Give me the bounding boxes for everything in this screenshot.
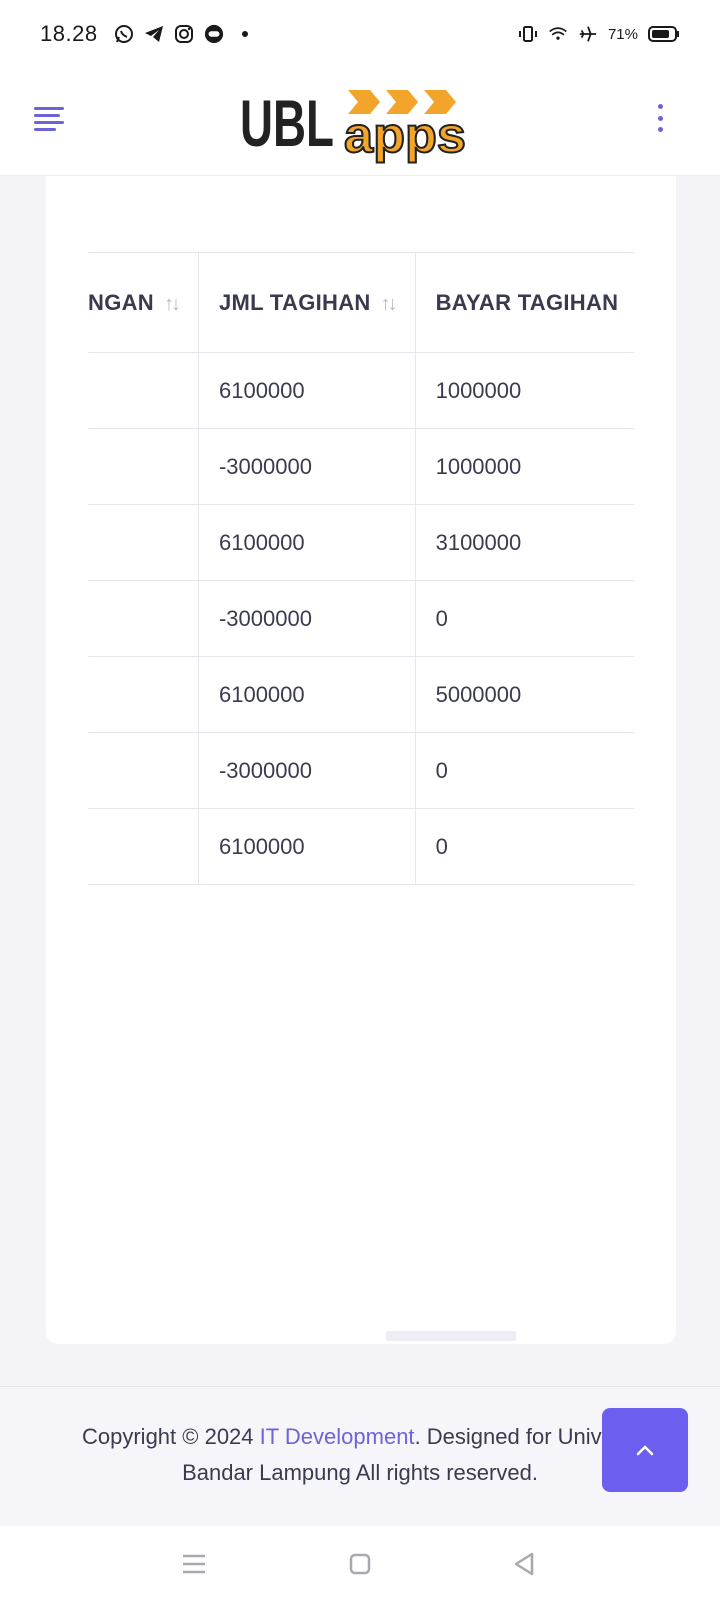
telegram-icon [144, 24, 164, 44]
sort-icon[interactable]: ↑↓ [164, 293, 181, 315]
table-scroll-container[interactable]: NGAN ↑↓ JML TAGIHAN ↑↓ BAYAR TAGIHAN 61000… [88, 252, 634, 892]
airplane-icon [578, 24, 598, 44]
cell-bayar-tagihan: 1000000 [414, 428, 634, 505]
logo-text-ubl: UBL [240, 86, 334, 160]
column-header-keterangan[interactable]: NGAN ↑↓ [88, 252, 199, 353]
column-header-label: BAYAR TAGIHAN [435, 289, 619, 315]
hamburger-menu-icon[interactable] [34, 104, 68, 134]
table-row: 6100000 5000000 [88, 656, 634, 733]
table-row: 6100000 3100000 [88, 504, 634, 581]
cell-bayar-tagihan: 0 [414, 732, 634, 809]
cell-keterangan [88, 352, 199, 429]
it-development-link[interactable]: IT Development [260, 1424, 415, 1449]
chat-icon [204, 24, 224, 44]
column-header-label: JML TAGIHAN [218, 289, 371, 315]
ubl-apps-logo: UBL apps [240, 86, 467, 164]
cell-jml-tagihan: -3000000 [197, 428, 416, 505]
table-row: -3000000 1000000 [88, 428, 634, 505]
cell-jml-tagihan: 6100000 [197, 656, 416, 733]
table-row: 6100000 0 [88, 808, 634, 885]
table-header-row: NGAN ↑↓ JML TAGIHAN ↑↓ BAYAR TAGIHAN [88, 252, 634, 353]
cell-bayar-tagihan: 0 [414, 580, 634, 657]
status-right: 71% [518, 24, 680, 44]
recent-apps-icon[interactable] [176, 1546, 212, 1582]
more-notifications-icon [241, 31, 248, 37]
billing-table: NGAN ↑↓ JML TAGIHAN ↑↓ BAYAR TAGIHAN 61000… [88, 252, 634, 885]
cell-bayar-tagihan: 5000000 [414, 656, 634, 733]
wifi-icon [548, 24, 568, 44]
whatsapp-icon [114, 24, 134, 44]
battery-percent: 71% [607, 25, 638, 43]
table-row: -3000000 0 [88, 580, 634, 657]
cell-jml-tagihan: 6100000 [197, 808, 416, 885]
cell-keterangan [88, 428, 199, 505]
cell-jml-tagihan: 6100000 [197, 352, 416, 429]
cell-jml-tagihan: -3000000 [197, 732, 416, 809]
copyright-prefix: Copyright © 2024 [82, 1424, 260, 1449]
cell-keterangan [88, 732, 199, 809]
column-header-bayar-tagihan[interactable]: BAYAR TAGIHAN [414, 252, 634, 353]
back-icon[interactable] [506, 1546, 542, 1582]
status-time: 18.28 [40, 21, 98, 46]
sort-icon[interactable]: ↑↓ [381, 293, 398, 315]
table-row: 6100000 1000000 [88, 352, 634, 429]
cell-jml-tagihan: -3000000 [197, 580, 416, 657]
scroll-to-top-button[interactable] [602, 1408, 688, 1492]
horizontal-scrollbar-thumb[interactable] [386, 1331, 516, 1341]
kebab-menu-icon[interactable] [654, 100, 666, 136]
cell-bayar-tagihan: 1000000 [414, 352, 634, 429]
table-row: -3000000 0 [88, 732, 634, 809]
content-card: NGAN ↑↓ JML TAGIHAN ↑↓ BAYAR TAGIHAN 61000… [46, 176, 676, 1344]
cell-keterangan [88, 504, 199, 581]
cell-jml-tagihan: 6100000 [197, 504, 416, 581]
instagram-icon [174, 24, 194, 44]
vibrate-icon [518, 24, 538, 44]
status-bar: 18.28 71% [0, 0, 720, 68]
cell-keterangan [88, 580, 199, 657]
column-header-jml-tagihan[interactable]: JML TAGIHAN ↑↓ [197, 252, 416, 353]
app-header: UBL apps [0, 68, 720, 176]
cell-bayar-tagihan: 3100000 [414, 504, 634, 581]
cell-bayar-tagihan: 0 [414, 808, 634, 885]
cell-keterangan [88, 808, 199, 885]
system-nav-bar [0, 1526, 720, 1600]
status-left: 18.28 [40, 21, 248, 47]
chevron-up-icon [636, 1445, 654, 1456]
battery-icon [648, 24, 680, 44]
column-header-label: NGAN [88, 289, 154, 315]
home-icon[interactable] [342, 1546, 378, 1582]
cell-keterangan [88, 656, 199, 733]
logo-text-apps: apps [344, 107, 466, 163]
designed-for-text: . Designed for Univ [414, 1424, 602, 1449]
